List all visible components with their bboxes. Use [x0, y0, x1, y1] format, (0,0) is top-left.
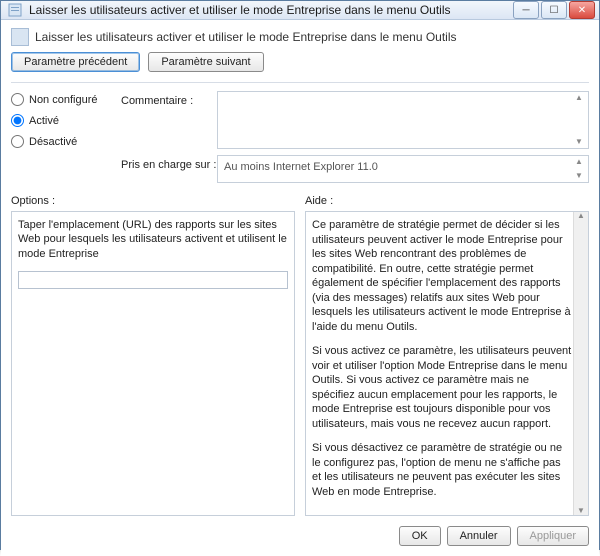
previous-setting-button[interactable]: Paramètre précédent — [11, 52, 140, 72]
client-area: Laisser les utilisateurs activer et util… — [1, 20, 599, 556]
comment-scroll[interactable]: ▲ ▼ — [572, 94, 586, 146]
comment-textarea[interactable]: ▲ ▼ — [217, 91, 589, 149]
scroll-down-icon[interactable]: ▼ — [572, 138, 586, 146]
scroll-down-icon[interactable]: ▼ — [577, 507, 585, 515]
help-paragraph: Ce paramètre de stratégie permet de déci… — [312, 218, 572, 334]
radio-disabled[interactable]: Désactivé — [11, 135, 121, 148]
help-paragraph: Si vous désactivez ce paramètre de strat… — [312, 441, 572, 499]
header-text: Laisser les utilisateurs activer et util… — [35, 30, 457, 44]
separator — [11, 82, 589, 83]
titlebar[interactable]: Laisser les utilisateurs activer et util… — [1, 1, 599, 20]
nav-row: Paramètre précédent Paramètre suivant — [11, 52, 589, 72]
help-content: Ce paramètre de stratégie permet de déci… — [306, 212, 588, 515]
dialog-window: Laisser les utilisateurs activer et util… — [0, 0, 600, 550]
supported-label: Pris en charge sur : — [121, 155, 217, 171]
radio-not-configured[interactable]: Non configuré — [11, 93, 121, 106]
policy-icon — [7, 2, 23, 18]
next-setting-button[interactable]: Paramètre suivant — [148, 52, 263, 72]
radio-enabled[interactable]: Activé — [11, 114, 121, 127]
radio-not-configured-input[interactable] — [11, 93, 24, 106]
radio-enabled-label: Activé — [29, 115, 59, 127]
supported-on-box: Au moins Internet Explorer 11.0 ▲ ▼ — [217, 155, 589, 183]
dialog-buttons: OK Annuler Appliquer — [11, 516, 589, 546]
scroll-up-icon[interactable]: ▲ — [572, 158, 586, 166]
supported-on-text: Au moins Internet Explorer 11.0 — [224, 161, 378, 173]
radio-disabled-input[interactable] — [11, 135, 24, 148]
maximize-button[interactable]: ☐ — [541, 1, 567, 19]
cancel-button[interactable]: Annuler — [447, 526, 511, 546]
header-row: Laisser les utilisateurs activer et util… — [11, 28, 589, 46]
comment-label: Commentaire : — [121, 91, 217, 107]
apply-button[interactable]: Appliquer — [517, 526, 589, 546]
help-paragraph: Si vous activez ce paramètre, les utilis… — [312, 344, 572, 431]
radio-disabled-label: Désactivé — [29, 136, 77, 148]
ok-button[interactable]: OK — [399, 526, 441, 546]
minimize-button[interactable]: ─ — [513, 1, 539, 19]
window-title: Laisser les utilisateurs activer et util… — [29, 3, 513, 17]
radio-enabled-input[interactable] — [11, 114, 24, 127]
options-pane: Taper l'emplacement (URL) des rapports s… — [11, 211, 295, 516]
lower-panes: Taper l'emplacement (URL) des rapports s… — [11, 211, 589, 516]
state-radios: Non configuré Activé Désactivé — [11, 91, 121, 148]
supported-scroll[interactable]: ▲ ▼ — [572, 158, 586, 180]
help-scrollbar[interactable]: ▲ ▼ — [573, 212, 588, 515]
options-url-input[interactable] — [18, 271, 288, 289]
window-controls: ─ ☐ ✕ — [513, 1, 595, 19]
radio-not-configured-label: Non configuré — [29, 94, 98, 106]
help-pane: Ce paramètre de stratégie permet de déci… — [305, 211, 589, 516]
scroll-up-icon[interactable]: ▲ — [577, 212, 585, 220]
lower-labels: Options : Aide : — [11, 195, 589, 211]
help-label: Aide : — [305, 195, 589, 207]
options-description: Taper l'emplacement (URL) des rapports s… — [12, 212, 294, 267]
scroll-up-icon[interactable]: ▲ — [572, 94, 586, 102]
config-grid: Non configuré Activé Désactivé Commentai… — [11, 91, 589, 183]
options-label: Options : — [11, 195, 295, 207]
scroll-down-icon[interactable]: ▼ — [572, 172, 586, 180]
policy-header-icon — [11, 28, 29, 46]
close-button[interactable]: ✕ — [569, 1, 595, 19]
